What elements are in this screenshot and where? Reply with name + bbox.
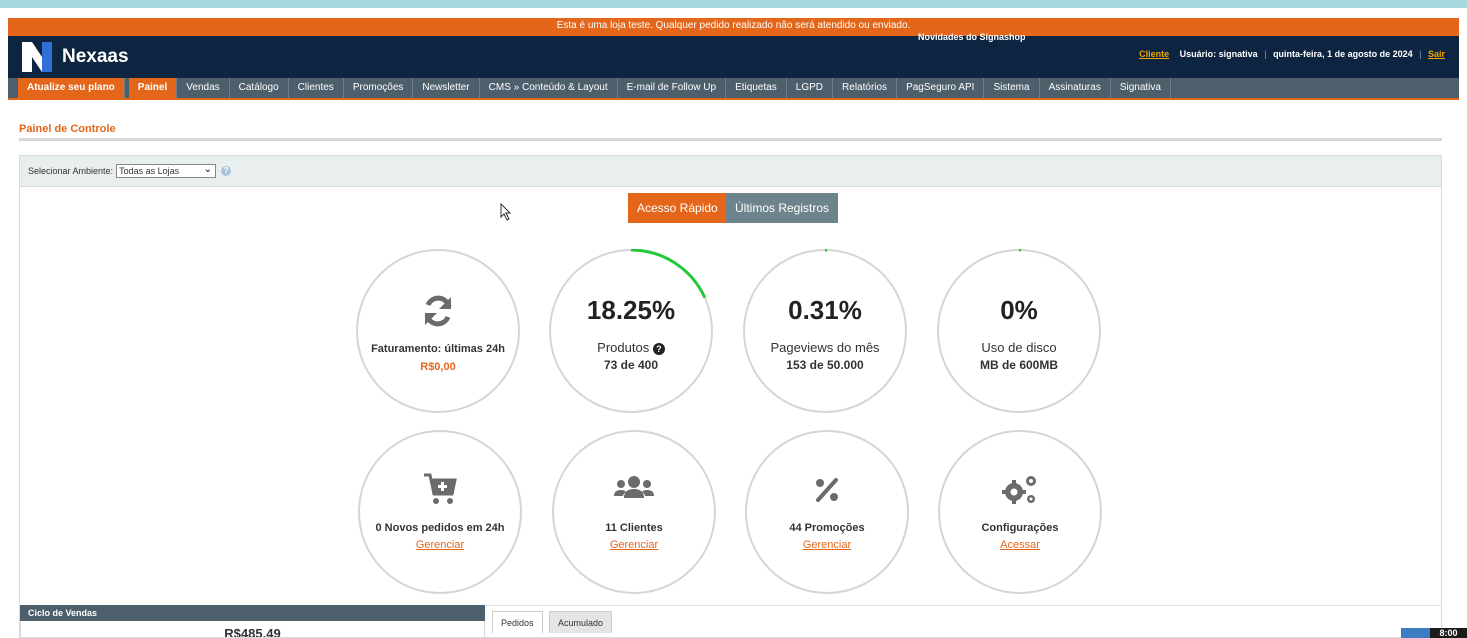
separator: | xyxy=(1419,49,1422,59)
nav-lgpd[interactable]: LGPD xyxy=(787,78,834,98)
user-info: Cliente Usuário: signativa | quinta-feir… xyxy=(1139,49,1445,59)
sales-cycle-value: R$485,49 xyxy=(20,621,485,638)
novidades-link[interactable]: Novidades do Signashop xyxy=(918,32,1026,42)
sales-cycle-title: Ciclo de Vendas xyxy=(20,605,485,621)
environment-bar: Selecionar Ambiente: Todas as Lojas ⌄ ? xyxy=(20,156,1441,187)
settings-card: Configurações Acessar xyxy=(938,430,1102,594)
orders-manage-link[interactable]: Gerenciar xyxy=(416,539,464,551)
tab-last-records[interactable]: Últimos Registros xyxy=(726,193,839,223)
separator: | xyxy=(1264,49,1267,59)
browser-top-strip xyxy=(0,0,1467,8)
current-date: quinta-feira, 1 de agosto de 2024 xyxy=(1273,49,1413,59)
nav-newsletter[interactable]: Newsletter xyxy=(413,78,480,98)
tab-pedidos[interactable]: Pedidos xyxy=(492,611,543,633)
promotions-manage-link[interactable]: Gerenciar xyxy=(803,539,851,551)
billing-label: Faturamento: últimas 24h xyxy=(371,343,505,355)
clients-label: 11 Clientes xyxy=(605,522,663,534)
percent-icon xyxy=(747,472,907,506)
disk-card: 0% Uso de disco MB de 600MB xyxy=(937,249,1101,413)
environment-select[interactable]: Todas as Lojas ⌄ xyxy=(116,164,217,178)
promotions-label: 44 Promoções xyxy=(789,522,865,534)
client-link[interactable]: Cliente xyxy=(1139,49,1169,59)
nav-relatorios[interactable]: Relatórios xyxy=(833,78,898,98)
tab-quick-access[interactable]: Acesso Rápido xyxy=(628,193,727,223)
orders-label: 0 Novos pedidos em 24h xyxy=(375,522,505,534)
nav-catalogo[interactable]: Catálogo xyxy=(230,78,289,98)
system-clock: 8:00 xyxy=(1430,628,1467,638)
nexaas-logo-icon xyxy=(22,42,52,72)
nav-follow-up[interactable]: E-mail de Follow Up xyxy=(618,78,727,98)
nav-upgrade-plan[interactable]: Atualize seu plano xyxy=(18,78,125,98)
test-store-notice: Esta é uma loja teste. Qualquer pedido r… xyxy=(8,18,1459,36)
billing-value: R$0,00 xyxy=(420,361,456,373)
clients-card: 11 Clientes Gerenciar xyxy=(552,430,716,594)
chevron-down-icon: ⌄ xyxy=(203,164,213,175)
app-header: Nexaas Cliente Usuário: signativa | quin… xyxy=(8,36,1459,78)
sales-cycle-box: Ciclo de Vendas R$485,49 xyxy=(20,605,485,638)
clients-manage-link[interactable]: Gerenciar xyxy=(610,539,658,551)
environment-label: Selecionar Ambiente: xyxy=(28,166,114,176)
disk-progress-arc xyxy=(1018,249,1022,252)
settings-label: Configurações xyxy=(981,522,1059,534)
title-divider xyxy=(19,138,1442,141)
environment-selected-value: Todas as Lojas xyxy=(119,166,180,176)
nav-cms[interactable]: CMS » Conteúdo & Layout xyxy=(480,78,618,98)
nav-promocoes[interactable]: Promoções xyxy=(344,78,414,98)
billing-card: Faturamento: últimas 24h R$0,00 xyxy=(356,249,520,413)
nav-sistema[interactable]: Sistema xyxy=(984,78,1040,98)
user-label: Usuário: signativa xyxy=(1179,49,1258,59)
pageviews-progress-arc xyxy=(824,249,828,252)
gears-icon xyxy=(940,472,1100,506)
cart-plus-icon xyxy=(360,472,520,506)
products-card: 18.25% Produtos ? 73 de 400 xyxy=(549,249,713,413)
nav-etiquetas[interactable]: Etiquetas xyxy=(726,78,787,98)
nav-pagseguro[interactable]: PagSeguro API xyxy=(897,78,985,98)
nav-signativa[interactable]: Signativa xyxy=(1111,78,1171,98)
logout-link[interactable]: Sair xyxy=(1428,49,1445,59)
users-icon xyxy=(554,472,714,506)
nav-vendas[interactable]: Vendas xyxy=(177,78,230,98)
products-progress-arc xyxy=(630,249,707,299)
help-icon[interactable]: ? xyxy=(221,166,232,176)
nav-assinaturas[interactable]: Assinaturas xyxy=(1040,78,1111,98)
page-title: Painel de Controle xyxy=(19,123,116,135)
orders-tabs: Pedidos Acumulado xyxy=(486,605,1442,638)
promotions-card: 44 Promoções Gerenciar xyxy=(745,430,909,594)
brand-logo[interactable]: Nexaas xyxy=(20,40,129,74)
nav-painel[interactable]: Painel xyxy=(128,78,178,98)
nav-clientes[interactable]: Clientes xyxy=(289,78,344,98)
tab-acumulado[interactable]: Acumulado xyxy=(549,611,613,633)
main-nav: Atualize seu plano Painel Vendas Catálog… xyxy=(8,78,1459,100)
dashboard-panel: Selecionar Ambiente: Todas as Lojas ⌄ ? xyxy=(19,155,1442,638)
settings-access-link[interactable]: Acessar xyxy=(1000,539,1040,551)
pageviews-card: 0.31% Pageviews do mês 153 de 50.000 xyxy=(743,249,907,413)
brand-name: Nexaas xyxy=(62,46,129,67)
mouse-cursor-icon xyxy=(500,203,512,221)
orders-card: 0 Novos pedidos em 24h Gerenciar xyxy=(358,430,522,594)
refresh-icon xyxy=(358,293,518,329)
